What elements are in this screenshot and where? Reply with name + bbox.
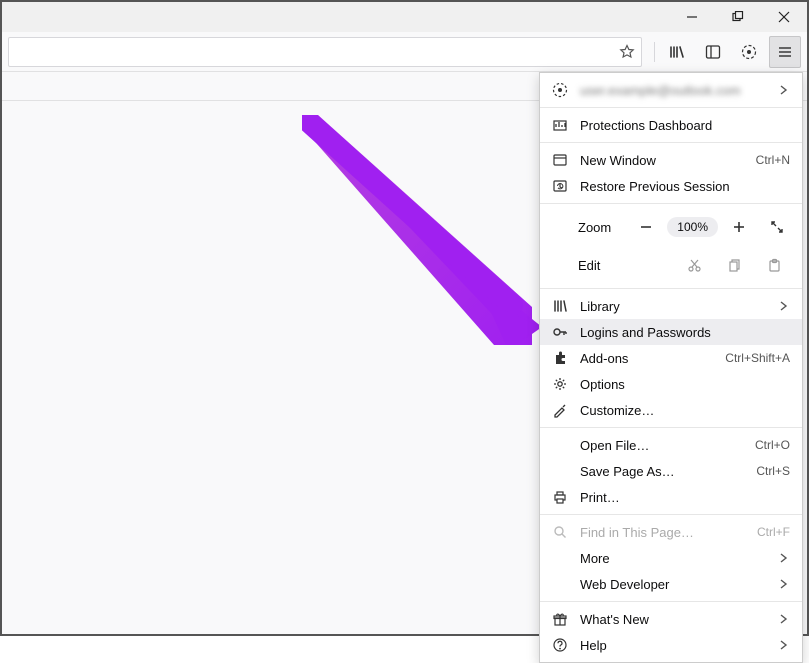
menu-edit-row: Edit <box>540 246 802 284</box>
gear-icon <box>552 376 568 392</box>
dashboard-icon <box>552 117 568 133</box>
account-button[interactable] <box>733 36 765 68</box>
zoom-out-button[interactable] <box>629 213 663 241</box>
url-bar[interactable] <box>8 37 642 67</box>
menu-find-in-page[interactable]: Find in This Page… Ctrl+F <box>540 519 802 545</box>
copy-icon <box>727 258 742 273</box>
menu-label: Logins and Passwords <box>580 325 790 340</box>
menu-label: Protections Dashboard <box>580 118 790 133</box>
blank-icon <box>552 437 568 453</box>
menu-label: Add-ons <box>580 351 713 366</box>
menu-shortcut: Ctrl+S <box>756 464 790 478</box>
menu-addons[interactable]: Add-ons Ctrl+Shift+A <box>540 345 802 371</box>
sidebar-button[interactable] <box>697 36 729 68</box>
paste-button[interactable] <box>754 251 794 279</box>
chevron-right-icon <box>778 579 790 589</box>
menu-label: Print… <box>580 490 790 505</box>
minimize-button[interactable] <box>669 2 715 32</box>
menu-save-page[interactable]: Save Page As… Ctrl+S <box>540 458 802 484</box>
menu-print[interactable]: Print… <box>540 484 802 510</box>
menu-label: Find in This Page… <box>580 525 745 540</box>
menu-restore-session[interactable]: Restore Previous Session <box>540 173 802 199</box>
key-icon <box>552 324 568 340</box>
library-button[interactable] <box>661 36 693 68</box>
menu-open-file[interactable]: Open File… Ctrl+O <box>540 432 802 458</box>
menu-label: Help <box>580 638 766 653</box>
menu-label: Restore Previous Session <box>580 179 790 194</box>
fullscreen-button[interactable] <box>760 213 794 241</box>
gift-icon <box>552 611 568 627</box>
chevron-right-icon <box>778 553 790 563</box>
zoom-value[interactable]: 100% <box>667 217 718 237</box>
library-icon <box>552 298 568 314</box>
library-icon <box>669 44 685 60</box>
new-window-icon <box>552 152 568 168</box>
chevron-right-icon <box>778 301 790 311</box>
close-button[interactable] <box>761 2 807 32</box>
menu-shortcut: Ctrl+O <box>755 438 790 452</box>
search-icon <box>552 524 568 540</box>
customize-icon <box>552 402 568 418</box>
menu-account[interactable]: user.example@outlook.com <box>540 77 802 103</box>
cut-icon <box>687 258 702 273</box>
menu-label: New Window <box>580 153 744 168</box>
paste-icon <box>767 258 782 273</box>
menu-label: Open File… <box>580 438 743 453</box>
sidebar-icon <box>705 44 721 60</box>
app-menu-panel: user.example@outlook.com Protections Das… <box>539 72 803 663</box>
menu-protections-dashboard[interactable]: Protections Dashboard <box>540 112 802 138</box>
browser-toolbar <box>2 32 807 72</box>
toolbar-separator <box>654 42 655 62</box>
menu-label: More <box>580 551 766 566</box>
window-titlebar <box>2 2 807 32</box>
app-menu-button[interactable] <box>769 36 801 68</box>
chevron-right-icon <box>778 614 790 624</box>
menu-shortcut: Ctrl+F <box>757 525 790 539</box>
window-controls <box>669 2 807 32</box>
blank-icon <box>552 550 568 566</box>
zoom-in-button[interactable] <box>722 213 756 241</box>
menu-shortcut: Ctrl+Shift+A <box>725 351 790 365</box>
copy-button[interactable] <box>714 251 754 279</box>
account-icon <box>552 82 568 98</box>
help-icon <box>552 637 568 653</box>
hamburger-icon <box>777 44 793 60</box>
menu-options[interactable]: Options <box>540 371 802 397</box>
minus-icon <box>639 220 653 234</box>
menu-customize[interactable]: Customize… <box>540 397 802 423</box>
menu-label: Options <box>580 377 790 392</box>
menu-shortcut: Ctrl+N <box>756 153 790 167</box>
print-icon <box>552 489 568 505</box>
maximize-icon <box>732 11 744 23</box>
chevron-right-icon <box>778 640 790 650</box>
close-icon <box>778 11 790 23</box>
maximize-button[interactable] <box>715 2 761 32</box>
fullscreen-icon <box>770 220 784 234</box>
menu-zoom-row: Zoom 100% <box>540 208 802 246</box>
plus-icon <box>732 220 746 234</box>
zoom-label: Zoom <box>548 220 625 235</box>
menu-web-developer[interactable]: Web Developer <box>540 571 802 597</box>
account-email-label: user.example@outlook.com <box>580 83 766 98</box>
bookmark-star-icon[interactable] <box>619 44 635 60</box>
menu-logins-and-passwords[interactable]: Logins and Passwords <box>540 319 802 345</box>
menu-library[interactable]: Library <box>540 293 802 319</box>
menu-label: Save Page As… <box>580 464 744 479</box>
addons-icon <box>552 350 568 366</box>
minimize-icon <box>686 11 698 23</box>
menu-label: Library <box>580 299 766 314</box>
blank-icon <box>552 576 568 592</box>
chevron-right-icon <box>778 85 790 95</box>
menu-whats-new[interactable]: What's New <box>540 606 802 632</box>
menu-label: Web Developer <box>580 577 766 592</box>
browser-account-icon <box>741 44 757 60</box>
restore-session-icon <box>552 178 568 194</box>
blank-icon <box>552 463 568 479</box>
edit-label: Edit <box>548 258 674 273</box>
cut-button[interactable] <box>674 251 714 279</box>
menu-label: What's New <box>580 612 766 627</box>
menu-new-window[interactable]: New Window Ctrl+N <box>540 147 802 173</box>
menu-label: Customize… <box>580 403 790 418</box>
menu-more[interactable]: More <box>540 545 802 571</box>
